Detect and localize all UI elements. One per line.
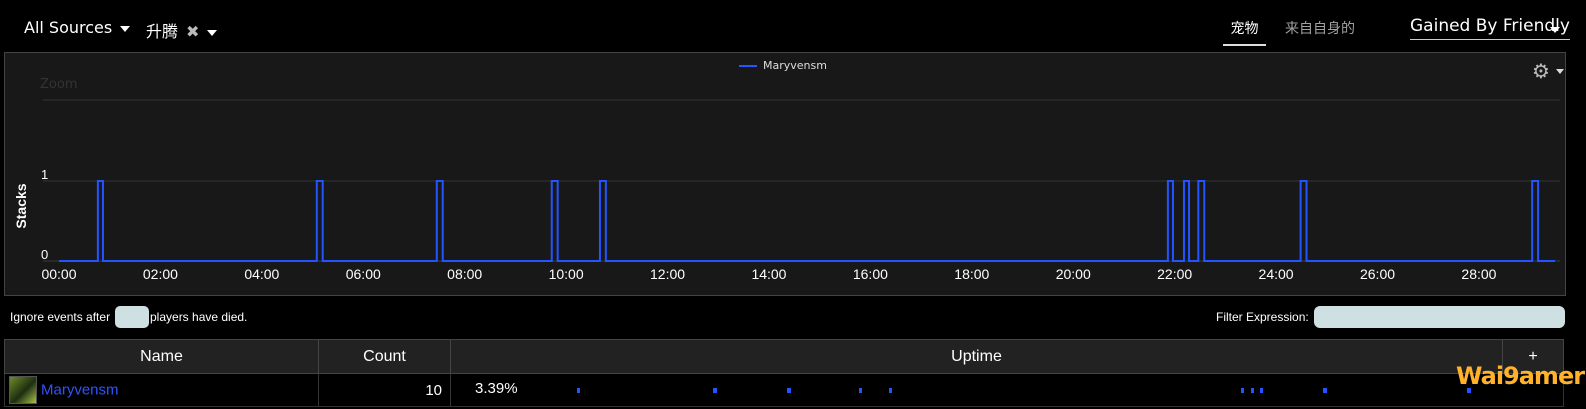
chevron-down-icon [207, 29, 218, 36]
buffs-table: Name Count Uptime + Maryvensm 10 3.39% [4, 339, 1564, 407]
header-count[interactable]: Count [318, 339, 451, 374]
y-axis-title: Stacks [13, 183, 29, 228]
legend-series-name: Maryvensm [763, 59, 827, 72]
uptime-cell: 3.39% [450, 373, 1564, 407]
uptime-tick [1250, 388, 1254, 393]
ignore-prefix: Ignore events after [10, 310, 111, 324]
filter-expression-label: Filter Expression: [1216, 310, 1309, 324]
series-line [59, 180, 1555, 262]
spell-icon [9, 376, 37, 404]
x-tick-label: 20:00 [1056, 266, 1091, 282]
x-tick-label: 02:00 [143, 266, 178, 282]
y-tick-label: 1 [41, 167, 48, 182]
uptime-tick [1323, 388, 1327, 393]
stacks-chart-panel: 0 1 Stacks 00:00 02:00 04:00 06:00 08:00 10:00 12… [4, 52, 1566, 296]
x-tick-label: 28:00 [1461, 266, 1496, 282]
x-tick-label: 06:00 [346, 266, 381, 282]
x-tick-label: 14:00 [751, 266, 786, 282]
uptime-tick [712, 388, 717, 393]
player-link[interactable]: Maryvensm [41, 382, 119, 399]
header-name[interactable]: Name [4, 339, 319, 374]
gain-mode-dropdown[interactable]: Gained By Friendly [1410, 16, 1570, 40]
uptime-tick [858, 388, 863, 393]
chart-legend[interactable]: Maryvensm [739, 59, 827, 72]
ignore-suffix: players have died. [150, 310, 248, 324]
x-tick-label: 26:00 [1360, 266, 1395, 282]
x-tick-label: 00:00 [41, 266, 76, 282]
stacks-chart[interactable]: 0 1 Stacks 00:00 02:00 04:00 06:00 08:00 10:00 12… [5, 53, 1565, 295]
uptime-tick [888, 388, 893, 393]
ability-dropdown[interactable]: 升腾 ✖ [146, 18, 218, 42]
uptime-tick [577, 388, 581, 393]
x-tick-label: 12:00 [650, 266, 685, 282]
x-tick-label: 24:00 [1259, 266, 1294, 282]
x-tick-label: 18:00 [954, 266, 989, 282]
uptime-tick [1259, 388, 1264, 393]
filters-row: Ignore events after players have died. F… [0, 302, 1586, 330]
x-tick-label: 22:00 [1157, 266, 1192, 282]
close-icon[interactable]: ✖ [186, 22, 199, 41]
table-header-row: Name Count Uptime + [4, 339, 1564, 374]
name-cell: Maryvensm [4, 373, 319, 407]
uptime-tick [1240, 388, 1244, 393]
tab-pets[interactable]: 宠物 [1223, 18, 1266, 46]
uptime-percent: 3.39% [475, 380, 518, 397]
toolbar: All Sources 升腾 ✖ 宠物 来自自身的 Gained By Frien… [0, 0, 1586, 52]
legend-swatch [739, 65, 757, 67]
all-sources-dropdown[interactable]: All Sources [24, 18, 131, 37]
y-tick-label: 0 [41, 247, 48, 262]
header-uptime[interactable]: Uptime [450, 339, 1503, 374]
x-tick-label: 08:00 [447, 266, 482, 282]
filter-expression-input[interactable] [1314, 306, 1565, 328]
count-cell: 10 [318, 373, 451, 407]
watermark-logo: Wai9amer [1456, 362, 1585, 390]
gear-icon[interactable]: ⚙ [1532, 59, 1550, 83]
gain-mode-label: Gained By Friendly [1410, 16, 1570, 36]
x-tick-label: 16:00 [853, 266, 888, 282]
chevron-down-icon[interactable] [1556, 69, 1564, 74]
chevron-down-icon [120, 25, 131, 32]
uptime-tick [787, 388, 791, 393]
table-row: Maryvensm 10 3.39% [4, 373, 1564, 407]
ignore-deaths-input[interactable] [115, 306, 149, 328]
x-tick-label: 10:00 [549, 266, 584, 282]
chevron-down-icon[interactable] [1550, 27, 1560, 33]
ability-label: 升腾 [146, 22, 179, 41]
sources-label: All Sources [24, 18, 113, 37]
tab-self[interactable]: 来自自身的 [1285, 18, 1355, 38]
zoom-label: Zoom [40, 77, 78, 92]
x-tick-label: 04:00 [244, 266, 279, 282]
